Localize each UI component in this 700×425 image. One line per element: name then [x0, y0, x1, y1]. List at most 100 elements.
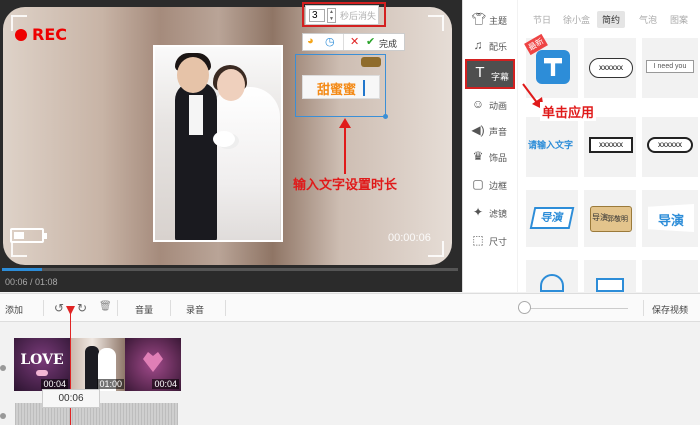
tab-bubble[interactable]: 气泡 [639, 13, 657, 26]
style-tile-3[interactable]: I need you [642, 38, 698, 98]
sidebar-label: 主题 [489, 16, 508, 26]
clip-duration: 00:04 [152, 379, 179, 389]
sidebar-label: 字幕 [491, 72, 510, 82]
delete-icon[interactable]: ✕ [350, 35, 359, 48]
style-tile-8[interactable]: 导演 郭敬明 [584, 190, 636, 247]
sidebar-label: 滤镜 [489, 209, 508, 219]
sidebar-label: 尺寸 [489, 237, 508, 247]
duration-highlight [302, 2, 386, 27]
clip-duration: 00:04 [41, 379, 68, 389]
sidebar-label: 饰品 [489, 153, 508, 163]
toolbar-divider [225, 300, 226, 316]
style-tile-12[interactable] [642, 260, 698, 292]
sound-icon: ◀) [471, 123, 485, 137]
category-sidebar: 👕︎ 主题 ♫ 配乐 T 字幕 ☺ 动画 ◀) 声音 ♛ 饰品 ▢ 边框 ✦ 滤镜 ⬚ 尺寸 [462, 0, 517, 292]
playhead[interactable] [70, 312, 71, 425]
style-tile-11[interactable] [584, 260, 636, 292]
bouquet [213, 131, 235, 147]
text-icon: T [475, 64, 485, 81]
sidebar-item-border[interactable]: ▢ 边框 [465, 172, 515, 197]
trash-icon[interactable]: 🗑︎ [99, 301, 112, 312]
add-button[interactable]: 添加 [5, 303, 23, 316]
done-button[interactable]: 完成 [379, 37, 397, 50]
toolbar-divider [643, 300, 644, 316]
zoom-slider[interactable] [518, 308, 628, 309]
size-icon: ⬚ [472, 233, 484, 247]
clip-thumbnail[interactable]: LOVE 00:04 [14, 338, 70, 391]
style-icon[interactable]: ◕ [307, 35, 314, 47]
undo-icon[interactable]: ↺ [54, 301, 64, 315]
progress-bar: 00:06 / 01:08 [0, 265, 462, 292]
subtitle-text[interactable]: 甜蜜蜜 [317, 79, 356, 98]
tab-xuxiaohe[interactable]: 徐小盒 [563, 13, 590, 26]
style-tile-6[interactable]: xxxxxx [642, 117, 698, 177]
sidebar-item-filter[interactable]: ✦ 滤镜 [465, 200, 515, 225]
save-video-button[interactable]: 保存视频 [652, 303, 688, 316]
clip-thumbnail[interactable]: 00:04 [125, 338, 181, 391]
toolbar-divider [43, 300, 44, 316]
redo-icon[interactable]: ↻ [77, 301, 87, 315]
style-tile-4[interactable]: 请输入文字 [526, 117, 578, 177]
border-icon: ▢ [472, 177, 484, 191]
sidebar-item-decoration[interactable]: ♛ 饰品 [465, 144, 515, 169]
sidebar-item-size[interactable]: ⬚ 尺寸 [465, 228, 515, 253]
rec-label: REC [32, 25, 67, 44]
subtitle-box[interactable]: 甜蜜蜜 [302, 75, 380, 99]
seek-bar[interactable] [2, 268, 458, 271]
check-icon[interactable]: ✔ [366, 35, 375, 48]
track-marker [0, 365, 6, 371]
volume-button[interactable]: 音量 [135, 303, 153, 316]
annotation-input-hint: 输入文字设置时长 [293, 178, 398, 193]
annotation-arrow-up [339, 118, 351, 174]
clip-thumbnail[interactable]: 01:00 [70, 338, 126, 391]
director-text: 导演 [529, 207, 575, 229]
seek-progress [2, 268, 43, 271]
rec-indicator: REC [15, 25, 67, 44]
annotation-apply-hint: 单击应用 [540, 102, 597, 121]
clip-title: LOVE [20, 352, 64, 368]
style-tile-9[interactable]: 导演 [642, 190, 698, 247]
rounded-text: xxxxxx [647, 137, 693, 153]
tab-festival[interactable]: 节日 [533, 13, 551, 26]
resize-handle[interactable] [383, 114, 388, 119]
tab-simple[interactable]: 简约 [597, 11, 626, 28]
clock-icon[interactable]: ◷ [325, 35, 335, 48]
style-tile-10[interactable] [526, 260, 578, 292]
track-marker [0, 413, 6, 419]
edit-toolbar: 添加 ↺ ↻ 🗑︎ 音量 录音 保存视频 [0, 293, 700, 322]
sidebar-item-subtitle[interactable]: T 字幕 [465, 59, 515, 89]
toolbar-divider [343, 34, 344, 50]
scroll-text-a: 导演 [592, 213, 608, 222]
ribbon-text: I need you [646, 60, 694, 73]
decoration-icon: ♛ [472, 149, 484, 163]
playhead-time-tooltip: 00:06 [42, 389, 100, 408]
sidebar-item-theme[interactable]: 👕︎ 主题 [465, 7, 515, 32]
sidebar-item-animation[interactable]: ☺ 动画 [465, 92, 515, 117]
bubble-text: xxxxxx [589, 58, 633, 78]
toolbar-divider [117, 300, 118, 316]
sidebar-item-music[interactable]: ♫ 配乐 [465, 33, 515, 58]
record-button[interactable]: 录音 [186, 303, 204, 316]
subtitle-decoration [361, 57, 381, 67]
scroll-text-b: 郭敬明 [607, 216, 628, 223]
style-tile-2[interactable]: xxxxxx [584, 38, 636, 98]
style-tile-5[interactable]: xxxxxx [584, 117, 636, 177]
banner-text: 导演 [658, 213, 685, 228]
zoom-slider-knob[interactable] [518, 301, 531, 314]
subtitle-frame[interactable]: 甜蜜蜜 [295, 54, 388, 119]
shirt-icon: 👕︎ [471, 12, 487, 26]
music-icon: ♫ [473, 38, 483, 52]
frame-corner [428, 15, 444, 31]
sidebar-label: 配乐 [489, 42, 508, 52]
filter-icon: ✦ [472, 205, 484, 219]
sidebar-item-sound[interactable]: ◀) 声音 [465, 118, 515, 143]
tab-pattern[interactable]: 图案 [670, 13, 688, 26]
preview-timecode: 00:00:06 [388, 232, 431, 244]
style-tile-7[interactable]: 导演 [526, 190, 578, 247]
wedding-photo [153, 45, 283, 242]
bride-figure [210, 87, 280, 240]
box-text: xxxxxx [589, 137, 633, 153]
heart-icon [36, 370, 48, 376]
record-dot-icon [15, 29, 27, 41]
sidebar-label: 动画 [489, 101, 508, 111]
